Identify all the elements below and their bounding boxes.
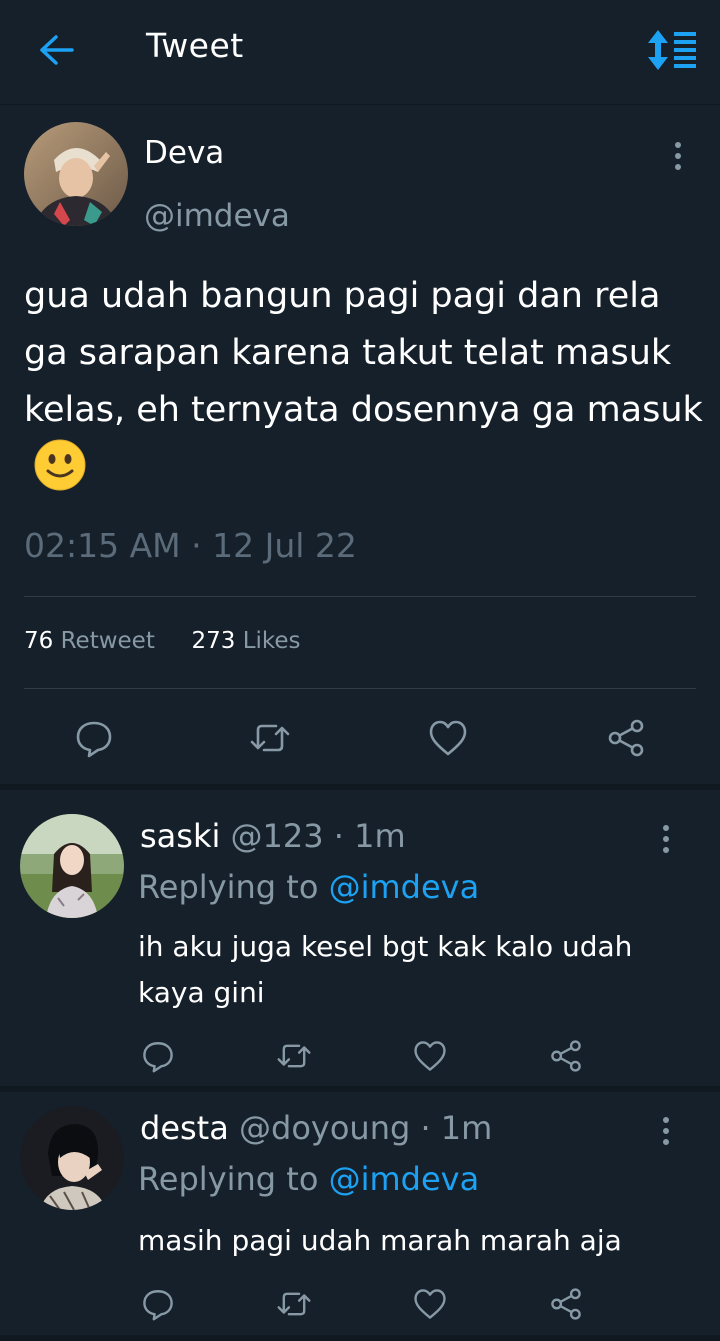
- likes-count: 273: [191, 628, 236, 654]
- retweet-icon: [277, 1292, 311, 1316]
- retweet-button[interactable]: [272, 1282, 316, 1326]
- reply-header: saski @123 · 1m: [140, 817, 406, 855]
- back-button[interactable]: [34, 30, 78, 70]
- share-button[interactable]: [544, 1282, 588, 1326]
- heart-icon: [414, 1041, 446, 1071]
- retweet-icon: [277, 1044, 311, 1068]
- retweet-button[interactable]: [272, 1034, 316, 1078]
- share-icon: [551, 1288, 581, 1320]
- share-button[interactable]: [544, 1034, 588, 1078]
- dot-icon: [663, 1139, 669, 1145]
- replying-to-label: Replying to: [138, 1160, 319, 1198]
- tweet-text: gua udah bangun pagi pagi dan rela ga sa…: [24, 268, 704, 499]
- reply-button[interactable]: [136, 1034, 180, 1078]
- reply-author-name[interactable]: saski: [140, 817, 220, 855]
- sort-icon: [648, 30, 696, 70]
- reply-icon: [76, 721, 112, 758]
- replying-to-label: Replying to: [138, 868, 319, 906]
- more-options-button[interactable]: [654, 819, 678, 859]
- dot-icon: [675, 153, 681, 159]
- section-divider: [0, 1086, 720, 1092]
- retweet-stat[interactable]: 76 Retweet: [24, 628, 155, 654]
- avatar[interactable]: [24, 122, 128, 226]
- replying-to-handle[interactable]: @imdeva: [329, 1160, 480, 1198]
- reply-button[interactable]: [72, 716, 116, 760]
- reply-meta: @doyoung · 1m: [239, 1109, 493, 1147]
- reply-icon: [143, 1290, 173, 1321]
- more-options-button[interactable]: [654, 1111, 678, 1151]
- tweet-timestamp: 02:15 AM · 12 Jul 22: [24, 526, 357, 565]
- retweet-count: 76: [24, 628, 54, 654]
- heart-icon: [429, 720, 467, 756]
- arrow-left-icon: [40, 35, 74, 65]
- retweet-button[interactable]: [248, 716, 292, 760]
- like-button[interactable]: [408, 1034, 452, 1078]
- slightly-smiling-face-icon: [34, 439, 86, 491]
- author-name[interactable]: Deva: [144, 135, 224, 171]
- likes-stat[interactable]: 273 Likes: [191, 628, 300, 654]
- heart-icon: [414, 1289, 446, 1319]
- page-title: Tweet: [146, 26, 244, 65]
- reply-text-line: kaya gini: [138, 976, 265, 1009]
- author-handle[interactable]: @imdeva: [144, 198, 290, 234]
- reply-button[interactable]: [136, 1282, 180, 1326]
- tweet-body: gua udah bangun pagi pagi dan rela ga sa…: [24, 276, 703, 430]
- dot-icon: [663, 836, 669, 842]
- retweet-icon: [250, 724, 290, 752]
- dot-icon: [663, 1117, 669, 1123]
- dot-icon: [675, 142, 681, 148]
- retweet-label: Retweet: [60, 628, 155, 654]
- dot-icon: [663, 1128, 669, 1134]
- avatar[interactable]: [20, 814, 124, 918]
- divider: [24, 688, 696, 689]
- likes-label: Likes: [242, 628, 301, 654]
- share-icon: [551, 1040, 581, 1072]
- share-button[interactable]: [604, 716, 648, 760]
- reply-text-line: ih aku juga kesel bgt kak kalo udah: [138, 930, 633, 963]
- like-button[interactable]: [426, 716, 470, 760]
- section-divider: [0, 784, 720, 790]
- reply-author-name[interactable]: desta: [140, 1109, 229, 1147]
- section-divider: [0, 1335, 720, 1341]
- avatar[interactable]: [20, 1106, 124, 1210]
- share-icon: [608, 719, 644, 757]
- tweet-stats: 76 Retweet 273 Likes: [24, 628, 301, 654]
- reply-text: masih pagi udah marah marah aja: [138, 1218, 622, 1264]
- replying-to-handle[interactable]: @imdeva: [329, 868, 480, 906]
- reply-meta: @123 · 1m: [230, 817, 406, 855]
- reply-icon: [143, 1042, 173, 1073]
- app-header: [0, 0, 720, 105]
- divider: [24, 596, 696, 597]
- dot-icon: [675, 164, 681, 170]
- reply-text: ih aku juga kesel bgt kak kalo udah kaya…: [138, 924, 632, 1016]
- replying-to: Replying to @imdeva: [138, 1160, 479, 1198]
- reply-header: desta @doyoung · 1m: [140, 1109, 492, 1147]
- reply-text-line: masih pagi udah marah marah aja: [138, 1224, 622, 1257]
- replying-to: Replying to @imdeva: [138, 868, 479, 906]
- more-options-button[interactable]: [666, 136, 690, 176]
- dot-icon: [663, 847, 669, 853]
- dot-icon: [663, 825, 669, 831]
- sort-button[interactable]: [644, 28, 700, 72]
- like-button[interactable]: [408, 1282, 452, 1326]
